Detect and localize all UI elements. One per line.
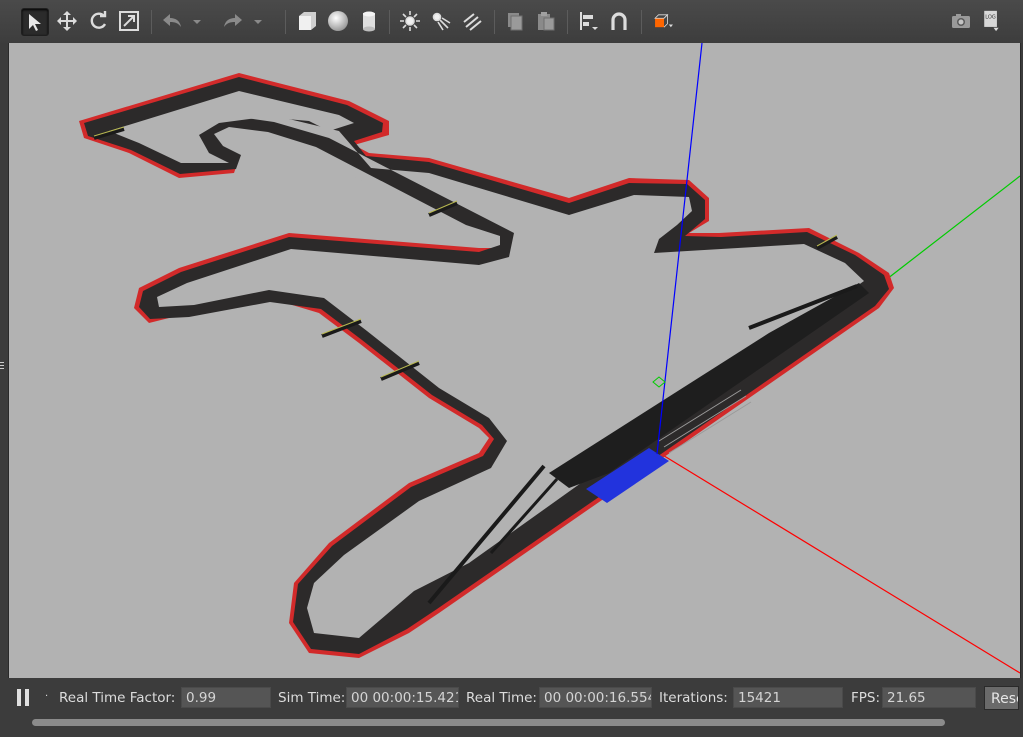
cylinder-icon: [363, 11, 375, 32]
copy-button[interactable]: [502, 8, 528, 34]
camera-icon: [952, 14, 970, 28]
scale-mode-button[interactable]: [116, 8, 142, 34]
real-time-label: Real Time:: [466, 690, 537, 706]
insert-sphere-button[interactable]: [325, 8, 351, 34]
move-arrows-icon: [57, 11, 77, 31]
side-panel-handle[interactable]: [0, 360, 6, 374]
select-mode-button[interactable]: [21, 8, 49, 36]
x-axis-line: [660, 453, 1020, 674]
log-button[interactable]: LOG: [978, 8, 1004, 34]
redo-history-dropdown[interactable]: [251, 8, 265, 34]
insert-box-button[interactable]: [294, 8, 320, 34]
orange-cube-icon: [654, 13, 673, 28]
pause-button[interactable]: [17, 689, 33, 706]
undo-icon: [163, 14, 181, 27]
rtf-value: 0.99: [181, 687, 271, 708]
fps-label: FPS:: [851, 690, 881, 706]
paste-icon: [538, 12, 555, 31]
directional-light-icon: [463, 13, 482, 31]
point-light-icon: [400, 11, 420, 31]
chevron-down-icon: [193, 20, 201, 24]
point-light-button[interactable]: [397, 8, 423, 34]
insert-cylinder-button[interactable]: [356, 8, 382, 34]
align-icon: [580, 12, 598, 30]
paste-button[interactable]: [533, 8, 559, 34]
rotate-icon: [90, 11, 107, 29]
snap-button[interactable]: [606, 8, 632, 34]
magnet-icon: [611, 12, 627, 30]
horizontal-scrollbar[interactable]: [8, 716, 1019, 728]
status-bar: . Real Time Factor: 0.99 Sim Time: 00 00…: [8, 683, 1019, 713]
screenshot-button[interactable]: [948, 8, 974, 34]
translate-mode-button[interactable]: [54, 8, 80, 34]
rotate-mode-button[interactable]: [85, 8, 111, 34]
spot-light-icon: [432, 12, 451, 31]
real-time-value: 00 00:00:16.554: [539, 687, 652, 708]
sphere-icon: [328, 11, 348, 31]
reset-button[interactable]: Reset: [984, 686, 1019, 710]
copy-icon: [508, 13, 523, 31]
redo-button[interactable]: [220, 8, 246, 34]
chevron-down-icon: [254, 20, 262, 24]
sim-time-value: 00 00:00:15.421: [346, 687, 459, 708]
pause-icon: [17, 689, 21, 706]
grip-icon: [0, 362, 4, 369]
spot-light-button[interactable]: [428, 8, 454, 34]
arrow-cursor-icon: [29, 14, 41, 31]
scrollbar-thumb[interactable]: [32, 719, 945, 726]
directional-light-button[interactable]: [459, 8, 485, 34]
box-icon: [299, 12, 316, 30]
scene-render: [79, 43, 1020, 674]
toolbar: LOG: [0, 0, 1023, 43]
svg-text:LOG: LOG: [985, 14, 996, 20]
scale-icon: [119, 11, 139, 31]
iterations-label: Iterations:: [659, 690, 728, 706]
view-angle-button[interactable]: [648, 8, 680, 34]
undo-button[interactable]: [159, 8, 185, 34]
fps-value: 21.65: [882, 687, 976, 708]
rtf-label: Real Time Factor:: [59, 690, 176, 706]
scene-viewport[interactable]: [8, 43, 1021, 678]
iterations-value: 15421: [733, 687, 843, 708]
undo-history-dropdown[interactable]: [190, 8, 204, 34]
log-icon: LOG: [984, 10, 999, 32]
sim-time-label: Sim Time:: [278, 690, 346, 706]
align-button[interactable]: [575, 8, 601, 34]
redo-icon: [224, 14, 242, 27]
